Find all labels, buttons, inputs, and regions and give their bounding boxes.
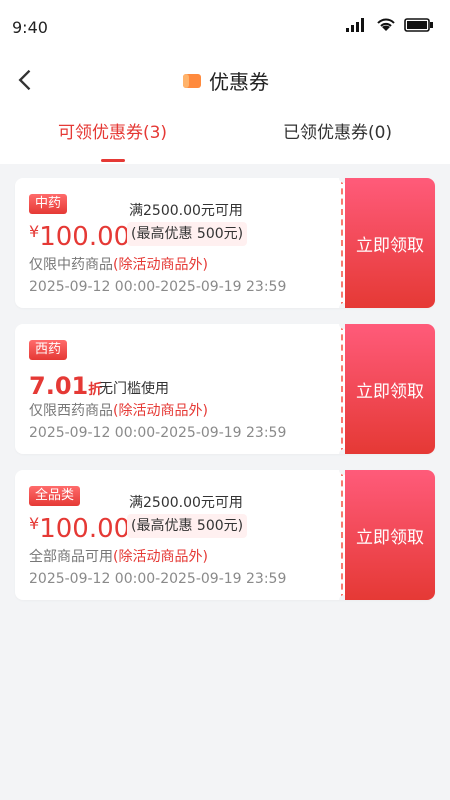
coupon-card: 西药 7.01折 无门槛使用 仅限西药商品(除活动商品外) 2025-09-12… [15, 324, 435, 454]
discount-value: 7.01 [29, 372, 89, 400]
coupon-note: 无门槛使用 [99, 381, 169, 397]
coupon-date: 2025-09-12 00:00-2025-09-19 23:59 [29, 571, 287, 587]
wifi-icon [377, 18, 395, 31]
battery-icon [404, 18, 433, 32]
page-title: 优惠券 [209, 70, 269, 94]
coupon-scope: 仅限西药商品(除活动商品外) [29, 400, 208, 420]
tab-claimed-coupons[interactable]: 已领优惠券(0) [225, 102, 450, 164]
amount-value: 100.00 [39, 514, 131, 544]
coupon-cap: (最高优惠 500元) [127, 514, 248, 538]
tab-label: 可领优惠券(3) [57, 123, 168, 143]
scope-exception: (除活动商品外) [113, 257, 208, 273]
coupon-scope: 仅限中药商品(除活动商品外) [29, 254, 208, 274]
scope-text: 仅限中药商品 [29, 257, 113, 273]
coupon-scope: 全部商品可用(除活动商品外) [29, 546, 208, 566]
scope-exception: (除活动商品外) [113, 403, 208, 419]
status-bar: 9:40 [0, 0, 450, 56]
claim-button[interactable]: 立即领取 [345, 178, 435, 308]
coupon-amount: ¥100.00 [29, 222, 130, 252]
tab-label: 已领优惠券(0) [282, 123, 393, 143]
coupon-info: 中药 满2500.00元可用 ¥100.00 (最高优惠 500元) 仅限中药商… [15, 178, 345, 308]
nav-bar: 优惠券 [0, 56, 450, 102]
coupon-cap: (最高优惠 500元) [127, 222, 248, 246]
coupon-tag: 西药 [29, 340, 68, 360]
coupon-tabs: 可领优惠券(3) 已领优惠券(0) [0, 102, 450, 164]
signal-icon [346, 18, 364, 32]
status-time: 9:40 [12, 18, 48, 37]
coupon-date: 2025-09-12 00:00-2025-09-19 23:59 [29, 425, 287, 441]
coupon-icon [183, 73, 201, 88]
coupon-tag: 全品类 [29, 486, 81, 506]
claim-button[interactable]: 立即领取 [345, 470, 435, 600]
amount-value: 100.00 [39, 222, 131, 252]
coupon-info: 西药 7.01折 无门槛使用 仅限西药商品(除活动商品外) 2025-09-12… [15, 324, 345, 454]
system-icons [346, 18, 434, 32]
coupon-condition: 满2500.00元可用 [129, 203, 243, 219]
coupon-discount: 7.01折 [29, 372, 102, 400]
coupon-date: 2025-09-12 00:00-2025-09-19 23:59 [29, 279, 287, 295]
scope-text: 仅限西药商品 [29, 403, 113, 419]
currency-symbol: ¥ [29, 222, 40, 241]
scope-exception: (除活动商品外) [113, 549, 208, 565]
coupon-list: 中药 满2500.00元可用 ¥100.00 (最高优惠 500元) 仅限中药商… [0, 164, 450, 600]
coupon-tag: 中药 [29, 194, 68, 214]
coupon-card: 全品类 满2500.00元可用 ¥100.00 (最高优惠 500元) 全部商品… [15, 470, 435, 600]
claim-button[interactable]: 立即领取 [345, 324, 435, 454]
tab-underline [100, 159, 125, 162]
coupon-amount: ¥100.00 [29, 514, 130, 544]
nav-title-wrap: 优惠券 [0, 66, 450, 95]
coupon-card: 中药 满2500.00元可用 ¥100.00 (最高优惠 500元) 仅限中药商… [15, 178, 435, 308]
tab-available-coupons[interactable]: 可领优惠券(3) [0, 102, 225, 164]
scope-text: 全部商品可用 [29, 549, 113, 565]
coupon-info: 全品类 满2500.00元可用 ¥100.00 (最高优惠 500元) 全部商品… [15, 470, 345, 600]
currency-symbol: ¥ [29, 514, 40, 533]
coupon-condition: 满2500.00元可用 [129, 495, 243, 511]
